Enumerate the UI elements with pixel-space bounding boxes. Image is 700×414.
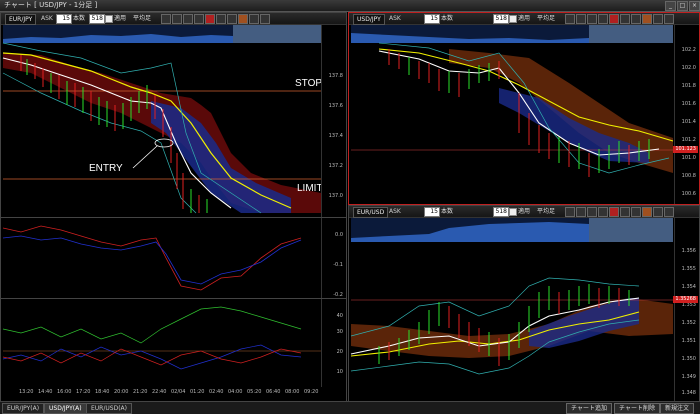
tab-usdjpy[interactable]: USD/JPY(A) [44,403,87,414]
tab-eurusd[interactable]: EUR/USD(A) [86,403,132,414]
indicator-panel-2[interactable]: 40 30 20 10 13:20 14:40 16:00 17:20 18:4… [0,298,347,402]
tab-eurjpy[interactable]: EUR/JPY(A) [2,403,45,414]
y-axis-indicator-2: 40 30 20 10 [321,299,346,387]
x-axis-time: 13:20 14:40 16:00 17:20 18:40 20:00 21:2… [19,389,319,395]
price-chart-right-top [351,25,674,177]
new-order-button[interactable]: 新規注文 [660,403,695,414]
adx-chart [2,306,321,370]
y-axis-left: 137.8 137.6 137.4 137.2 137.0 [321,25,346,217]
oscillator-chart [2,225,302,291]
chart-panel-right-bottom[interactable]: EUR/USD ASK 15 本数 518 適用 平均足 1.356 1.355… [348,205,700,402]
window-title: チャート [ USD/JPY - 1分足 ] [4,1,98,9]
y-axis-right-top: 102.2 102.0 101.8 101.6 101.4 101.2 101.… [674,25,699,204]
chart-panel-left[interactable]: EUR/JPY ASK 15 本数 518 適用 平均足 STOP LIMIT … [0,12,347,218]
y-axis-indicator-1: 0.0 -0.1 -0.2 [321,218,346,298]
price-chart-left [2,25,321,214]
limit-annotation: LIMIT [297,183,323,194]
maximize-button[interactable]: □ [677,1,688,11]
minimize-button[interactable]: _ [665,1,676,11]
close-button[interactable]: × [689,1,700,11]
stop-annotation: STOP [295,78,323,89]
add-chart-button[interactable]: チャート追加 [566,403,612,414]
current-price-tag: 101.123 [673,146,698,153]
chart-tab-bar: EUR/JPY(A) USD/JPY(A) EUR/USD(A) チャート追加 … [0,401,700,414]
entry-annotation: ENTRY [89,163,123,174]
delete-chart-button[interactable]: チャート削除 [614,403,660,414]
price-chart-right-bottom [350,218,673,375]
chart-panel-right-top[interactable]: USD/JPY ASK 15 本数 518 適用 平均足 102.2 102.0… [348,12,700,205]
y-axis-right-bottom: 1.356 1.355 1.354 1.353 1.352 1.351 1.35… [674,218,699,401]
indicator-panel-1[interactable]: 0.0 -0.1 -0.2 [0,217,347,299]
current-price-tag: 1.35268 [673,296,698,303]
window-titlebar: チャート [ USD/JPY - 1分足 ] _ □ × [0,0,700,12]
